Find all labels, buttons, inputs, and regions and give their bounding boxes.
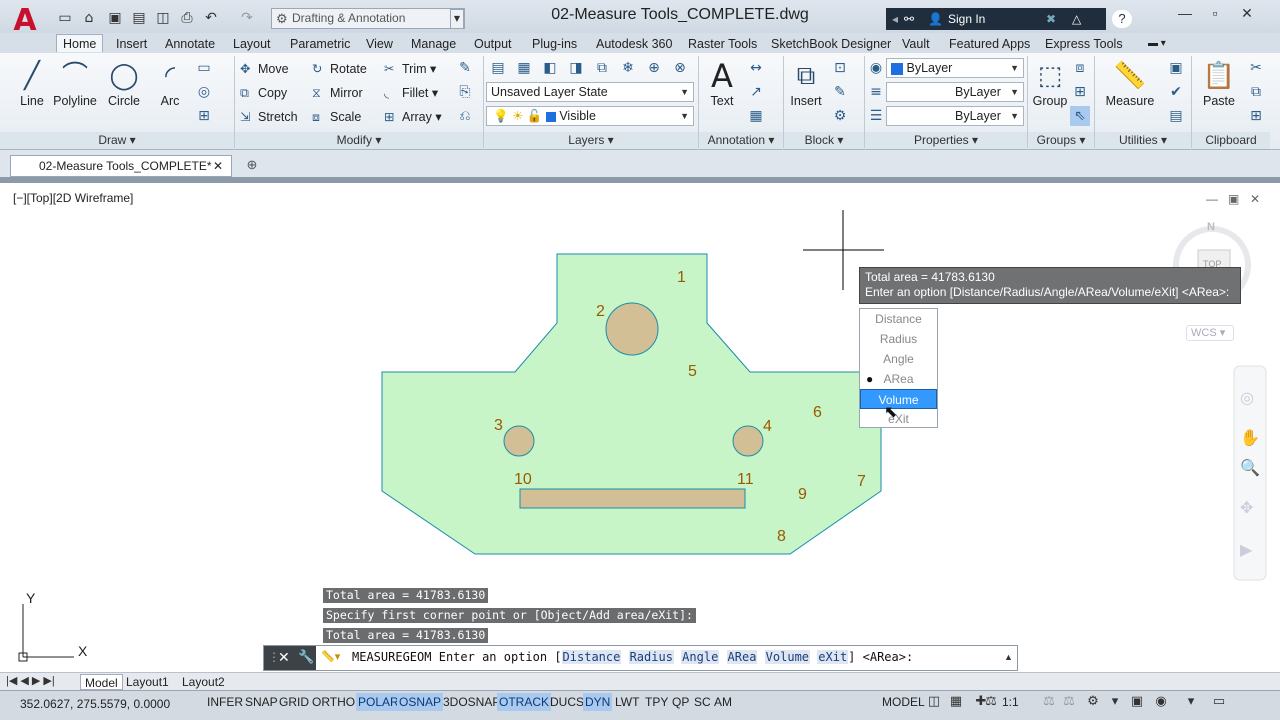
option-area-label: ARea	[883, 372, 914, 386]
keyword-angle[interactable]: Angle	[681, 650, 720, 664]
options-menu: Distance Radius Angle ● ARea Volume eXit	[859, 308, 938, 428]
command-history-icon[interactable]: ▲	[1004, 652, 1013, 662]
option-volume[interactable]: Volume	[860, 389, 937, 409]
wcs-dropdown[interactable]: WCS ▾	[1186, 325, 1234, 341]
ucs-x-label: X	[78, 643, 88, 659]
mouse-cursor-icon: ⬉	[884, 404, 898, 421]
tooltip-prompt: Enter an option [Distance/Radius/Angle/A…	[865, 285, 1230, 299]
workspace-switch-icon[interactable]: ⚙	[1084, 693, 1102, 711]
keyword-radius[interactable]: Radius	[628, 650, 674, 664]
layout-nav-icons[interactable]: |◀ ◀ ▶ ▶|	[6, 674, 55, 687]
tooltip-total-area: Total area = 41783.6130	[865, 270, 995, 284]
area-label-10: 10	[514, 471, 532, 488]
option-exit[interactable]: eXit	[860, 409, 937, 429]
dynamic-input-tooltip: Total area = 41783.6130 Enter an option …	[859, 267, 1241, 304]
steering-wheel-icon[interactable]: ◎	[1240, 388, 1254, 408]
annotation-visibility-icon[interactable]: ⚖	[1040, 693, 1058, 711]
orbit-icon[interactable]: ✥	[1240, 498, 1253, 518]
auto-scale-icon[interactable]: ⚖	[1060, 693, 1078, 711]
quick-view-layouts-icon[interactable]: ◫	[925, 693, 943, 711]
showmotion-icon[interactable]: ▶	[1240, 540, 1252, 560]
area-label-2: 2	[596, 303, 605, 320]
wcs-label: WCS	[1191, 327, 1217, 339]
status-grid[interactable]: GRID	[277, 693, 311, 711]
region-outline	[381, 253, 882, 555]
history-line-2: Specify first corner point or [Object/Ad…	[323, 608, 696, 623]
status-tpy[interactable]: TPY	[643, 693, 670, 711]
command-prompt-text: Enter an option [	[438, 650, 562, 664]
pan-icon[interactable]: ✋	[1240, 428, 1260, 448]
annotation-scale-icon[interactable]: ⚖	[981, 693, 1001, 711]
status-menu-icon[interactable]: ▾	[1182, 693, 1200, 711]
keyword-volume[interactable]: Volume	[764, 650, 811, 664]
history-line-3: Total area = 41783.6130	[323, 628, 489, 643]
option-area[interactable]: ● ARea	[860, 369, 937, 389]
hole-4	[732, 425, 764, 457]
area-label-5: 5	[688, 363, 697, 380]
option-radius[interactable]: Radius	[860, 329, 937, 349]
tab-model[interactable]: Model	[80, 674, 123, 690]
tab-layout2[interactable]: Layout2	[182, 674, 225, 690]
area-label-7: 7	[857, 473, 866, 490]
status-snap[interactable]: SNAP	[243, 693, 280, 711]
status-osnap[interactable]: OSNAP	[397, 693, 444, 711]
keyword-distance[interactable]: Distance	[561, 650, 622, 664]
area-label-9: 9	[798, 486, 807, 503]
command-name: MEASUREGEOM	[352, 650, 432, 664]
status-polar[interactable]: POLAR	[356, 693, 401, 711]
zoom-icon[interactable]: 🔍	[1240, 458, 1260, 478]
status-otrack[interactable]: OTRACK	[497, 693, 552, 711]
selected-bullet-icon: ●	[866, 372, 874, 386]
lock-ui-icon[interactable]: ▾	[1106, 693, 1124, 711]
area-label-8: 8	[777, 528, 786, 545]
area-label-3: 3	[494, 417, 503, 434]
tab-layout1[interactable]: Layout1	[126, 674, 169, 690]
command-prompt: MEASUREGEOM Enter an option [Distance Ra…	[352, 650, 913, 664]
status-am[interactable]: AM	[712, 693, 734, 711]
status-sc[interactable]: SC	[692, 693, 713, 711]
status-dyn[interactable]: DYN	[583, 693, 613, 711]
customize-wrench-icon[interactable]: 🔧	[298, 649, 314, 665]
history-line-1: Total area = 41783.6130	[323, 588, 489, 603]
status-ortho[interactable]: ORTHO	[310, 693, 357, 711]
area-label-1: 1	[677, 269, 686, 286]
command-suffix: ] <ARea>:	[848, 650, 914, 664]
viewcube-north[interactable]: N	[1207, 221, 1215, 233]
status-lwt[interactable]: LWT	[613, 693, 641, 711]
hardware-acceleration-icon[interactable]: ▣	[1128, 693, 1146, 711]
slot-10-11	[519, 488, 746, 509]
clean-screen-icon[interactable]: ▭	[1210, 693, 1228, 711]
keyword-area[interactable]: ARea	[726, 650, 758, 664]
ucs-y-label: Y	[26, 590, 36, 606]
isolate-objects-icon[interactable]: ◉	[1152, 693, 1170, 711]
close-command-icon[interactable]: ✕	[278, 649, 290, 666]
status-model[interactable]: MODEL	[880, 693, 927, 711]
area-label-6: 6	[813, 404, 822, 421]
annotation-scale-value[interactable]: 1:1	[1000, 693, 1021, 711]
option-angle[interactable]: Angle	[860, 349, 937, 369]
area-label-11: 11	[737, 471, 754, 488]
status-qp[interactable]: QP	[670, 693, 691, 711]
hole-2	[605, 302, 659, 356]
coordinate-readout[interactable]: 352.0627, 275.5579, 0.0000	[20, 697, 170, 711]
hole-3	[503, 425, 535, 457]
status-infer[interactable]: INFER	[205, 693, 245, 711]
area-label-4: 4	[763, 418, 772, 435]
quick-view-drawings-icon[interactable]: ▦	[947, 693, 965, 711]
option-distance[interactable]: Distance	[860, 309, 937, 329]
command-line-grip[interactable]: ⋮ ✕ 🔧	[264, 646, 316, 670]
status-ducs[interactable]: DUCS	[548, 693, 586, 711]
keyword-exit[interactable]: eXit	[817, 650, 849, 664]
measure-command-icon[interactable]: 📏▾	[321, 650, 340, 663]
status-3dosnap[interactable]: 3DOSNAP	[441, 693, 502, 711]
